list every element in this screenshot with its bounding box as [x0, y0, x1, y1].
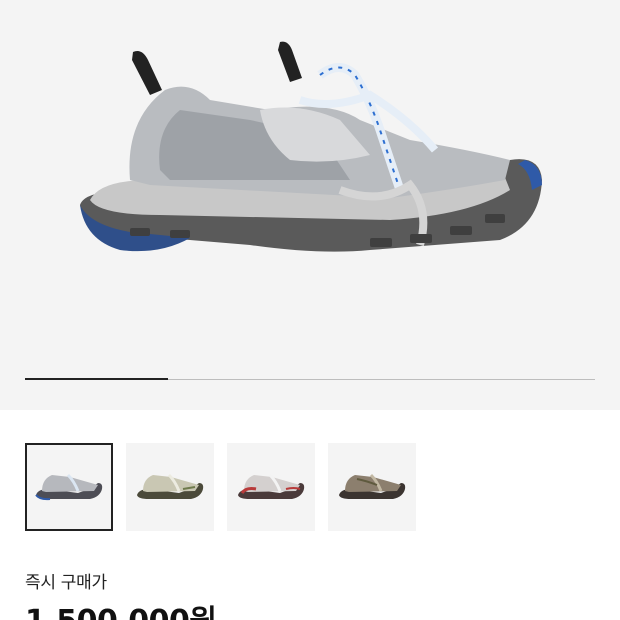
product-image-gallery[interactable] [0, 0, 620, 410]
thumb-silver-blue[interactable] [25, 443, 113, 531]
sneaker-white-red-icon [238, 473, 305, 499]
thumbnail-list [25, 443, 416, 531]
sneaker-main-image [80, 41, 542, 252]
price-value: 1,500,000원 [25, 596, 217, 620]
sneaker-silver-blue-icon [35, 473, 103, 501]
thumb-white-red[interactable] [227, 443, 315, 531]
thumb-beige-green[interactable] [126, 443, 214, 531]
sneaker-beige-green-icon [137, 473, 204, 499]
product-page: 즉시 구매가 1,500,000원 [0, 0, 620, 620]
thumb-brown-olive[interactable] [328, 443, 416, 531]
gallery-progress-fill [25, 378, 168, 380]
sneaker-brown-olive-icon [339, 473, 406, 499]
gallery-progress-bar [25, 378, 595, 380]
price-label: 즉시 구매가 [25, 573, 107, 593]
